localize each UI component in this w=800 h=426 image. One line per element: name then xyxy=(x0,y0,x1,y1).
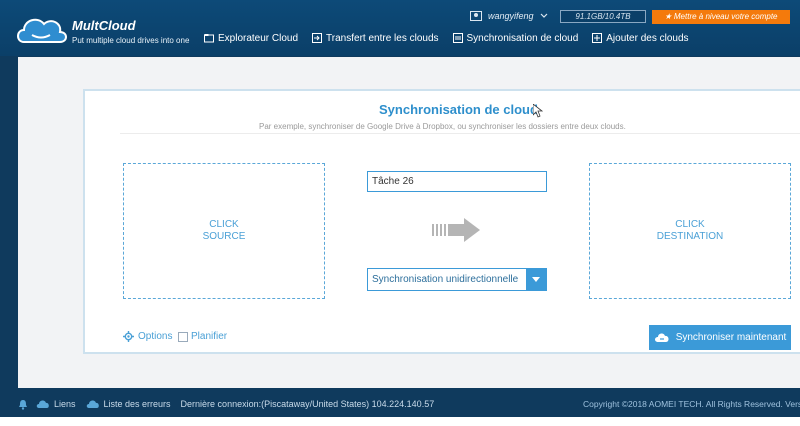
schedule-label: Planifier xyxy=(191,331,228,342)
cloud-sync-icon xyxy=(654,333,669,342)
sync-now-label: Synchroniser maintenant xyxy=(675,332,787,343)
bottom-strip xyxy=(0,417,800,426)
last-login-info: Dernière connexion:(Piscataway/United St… xyxy=(180,399,435,409)
dest-label-line1: CLICK xyxy=(675,219,705,230)
links-link[interactable]: Liens xyxy=(36,399,76,409)
user-icon xyxy=(470,11,482,21)
nav-cloud-explorer[interactable]: Explorateur Cloud xyxy=(204,30,298,46)
sync-now-button[interactable]: Synchroniser maintenant xyxy=(649,325,791,350)
source-label-line1: CLICK xyxy=(209,219,239,230)
cloud-error-icon xyxy=(86,400,99,408)
main-nav: Explorateur Cloud Transfert entre les cl… xyxy=(204,30,689,46)
page-title: Synchronisation de cloud xyxy=(379,102,538,117)
caret-down-icon xyxy=(532,277,540,282)
mouse-pointer-icon xyxy=(533,104,543,118)
nav-label: Explorateur Cloud xyxy=(218,32,299,44)
select-destination-box[interactable]: CLICK DESTINATION xyxy=(589,163,791,299)
nav-label: Synchronisation de cloud xyxy=(466,32,579,44)
upgrade-account-button[interactable]: ★ Mettre à niveau votre compte xyxy=(652,10,790,24)
cloud-link-icon xyxy=(36,400,49,408)
nav-add-clouds[interactable]: Ajouter des clouds xyxy=(592,30,689,46)
dropdown-button[interactable] xyxy=(526,269,546,290)
direction-arrow-icon xyxy=(432,218,480,242)
schedule-checkbox[interactable] xyxy=(178,331,188,342)
select-source-box[interactable]: CLICK SOURCE xyxy=(123,163,325,299)
nav-cloud-transfer[interactable]: Transfert entre les clouds xyxy=(312,30,439,46)
storage-quota: 91.1GB/10.4TB xyxy=(560,10,646,23)
sync-panel: Synchronisation de cloud Par exemple, sy… xyxy=(83,89,800,354)
folder-icon xyxy=(204,34,214,43)
options-link[interactable]: Options xyxy=(123,331,172,342)
error-list-label: Liste des erreurs xyxy=(103,399,171,409)
chevron-down-icon xyxy=(540,13,547,18)
nav-label: Ajouter des clouds xyxy=(606,32,689,44)
links-label: Liens xyxy=(54,399,76,409)
footer-bar: Liens Liste des erreurs Dernière connexi… xyxy=(0,391,800,417)
brand-tagline: Put multiple cloud drives into one xyxy=(72,36,190,45)
copyright: Copyright ©2018 AOMEI TECH. All Rights R… xyxy=(583,399,800,409)
top-header: MultCloud Put multiple cloud drives into… xyxy=(0,0,800,56)
source-label-line2: SOURCE xyxy=(202,231,246,242)
bell-icon[interactable] xyxy=(18,399,28,410)
brand-name: MultCloud xyxy=(72,18,136,33)
sync-mode-value: Synchronisation unidirectionnelle xyxy=(372,274,519,285)
task-name-input[interactable] xyxy=(367,171,547,192)
dest-label-line2: DESTINATION xyxy=(656,231,724,242)
username: wangyifeng xyxy=(488,11,534,21)
divider xyxy=(120,133,800,134)
transfer-icon xyxy=(312,33,323,43)
sync-mode-select[interactable]: Synchronisation unidirectionnelle xyxy=(367,268,547,291)
gear-icon xyxy=(123,331,134,342)
schedule-toggle[interactable]: Planifier xyxy=(178,331,227,342)
nav-cloud-sync[interactable]: Synchronisation de cloud xyxy=(452,30,579,46)
error-list-link[interactable]: Liste des erreurs xyxy=(86,399,171,409)
nav-label: Transfert entre les clouds xyxy=(326,32,439,44)
options-label: Options xyxy=(138,331,173,342)
add-cloud-icon xyxy=(592,33,603,43)
sync-icon xyxy=(452,33,463,43)
multcloud-logo-icon[interactable] xyxy=(14,12,68,46)
page-subtitle: Par exemple, synchroniser de Google Driv… xyxy=(259,122,626,131)
user-menu[interactable]: wangyifeng xyxy=(470,11,548,21)
